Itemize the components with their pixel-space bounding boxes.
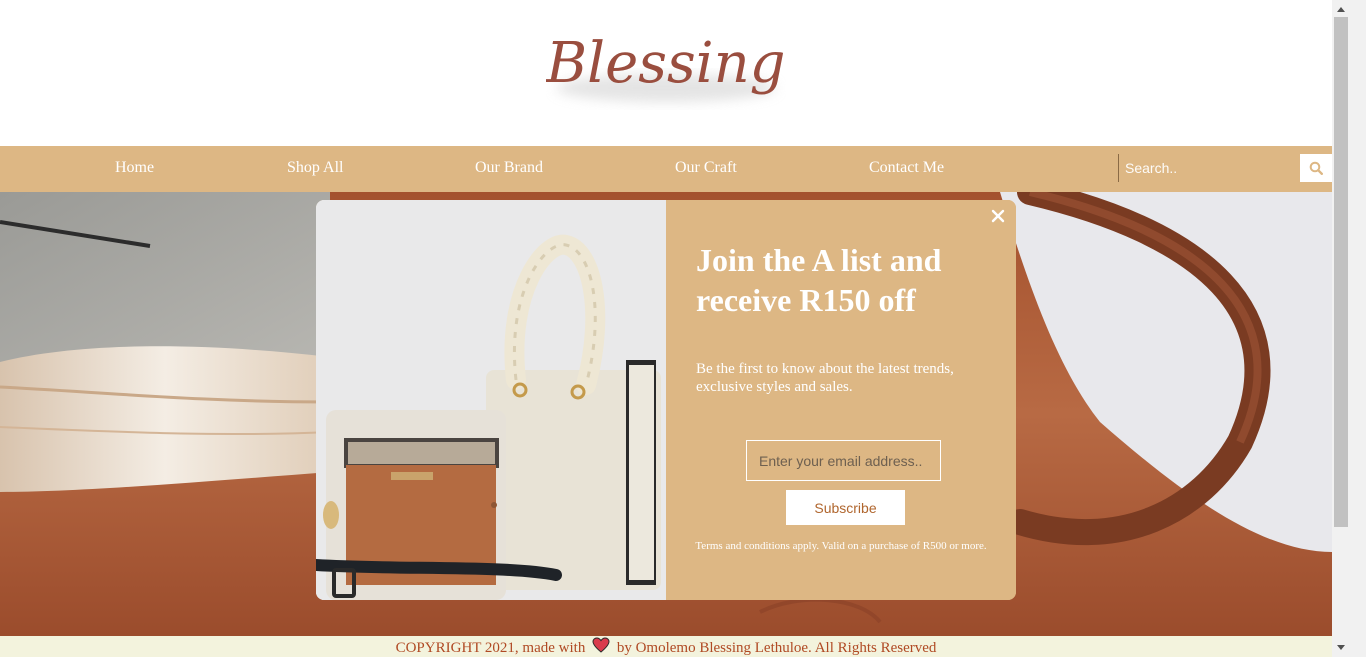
copyright-text-start: COPYRIGHT 2021, made with (395, 640, 586, 656)
scroll-up-arrow[interactable] (1334, 2, 1348, 16)
nav-item-our-craft[interactable]: Our Craft (675, 159, 737, 177)
search-button[interactable] (1300, 154, 1332, 182)
close-icon (991, 209, 1005, 223)
site-footer: COPYRIGHT 2021, made with by Omolemo Ble… (0, 636, 1332, 657)
scrollbar-thumb[interactable] (1334, 17, 1348, 527)
popup-close-button[interactable] (990, 208, 1006, 224)
nav-item-home[interactable]: Home (115, 159, 154, 177)
scroll-down-arrow[interactable] (1334, 641, 1348, 655)
copyright-text-end: by Omolemo Blessing Lethuloe. All Rights… (616, 640, 937, 656)
terms-text: Terms and conditions apply. Valid on a p… (695, 540, 987, 552)
email-field[interactable] (746, 440, 941, 481)
site-header: Blessings. (0, 0, 1332, 146)
chevron-down-icon (1337, 645, 1345, 650)
page-scrollbar[interactable] (1332, 0, 1366, 657)
popup-content: Join the A list and receive R150 off Be … (666, 200, 1016, 600)
nav-item-our-brand[interactable]: Our Brand (475, 159, 543, 177)
popup-title: Join the A list and receive R150 off (696, 242, 942, 318)
search-box (1118, 154, 1332, 182)
search-icon (1309, 161, 1323, 175)
logo-text: Blessings. (546, 31, 786, 96)
subscribe-button[interactable]: Subscribe (786, 490, 905, 525)
brand-logo[interactable]: Blessings. (545, 20, 832, 110)
popup-product-image (316, 200, 666, 600)
search-input[interactable] (1118, 154, 1300, 182)
newsletter-popup: Join the A list and receive R150 off Be … (316, 200, 1016, 600)
nav-item-shop-all[interactable]: Shop All (287, 159, 343, 177)
popup-description: Be the first to know about the latest tr… (696, 361, 954, 395)
nav-item-contact-me[interactable]: Contact Me (869, 159, 944, 177)
chevron-up-icon (1337, 7, 1345, 12)
